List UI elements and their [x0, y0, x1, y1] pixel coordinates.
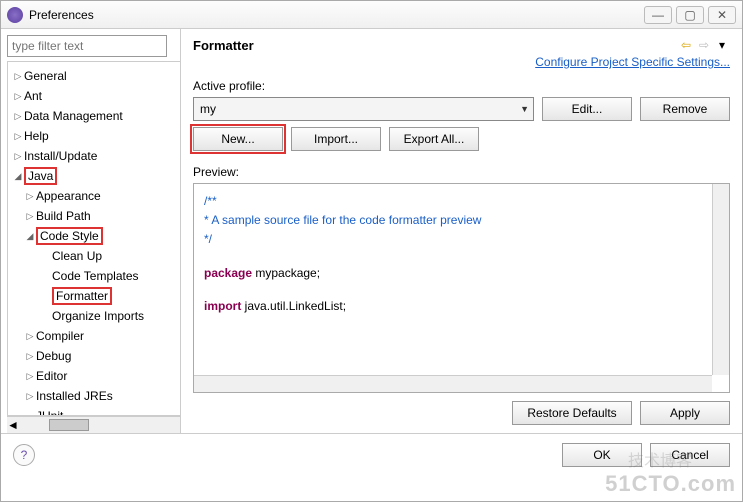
menu-dropdown-icon[interactable]: ▾ — [714, 37, 730, 53]
tree-item-appearance[interactable]: ▷Appearance — [8, 186, 180, 206]
expand-icon: ▷ — [24, 191, 36, 202]
active-profile-label: Active profile: — [193, 79, 730, 93]
preview-label: Preview: — [193, 165, 730, 179]
preview-line: import java.util.LinkedList; — [204, 297, 719, 316]
expand-icon: ▷ — [12, 91, 24, 102]
tree-item-code-templates[interactable]: Code Templates — [8, 266, 180, 286]
back-icon[interactable]: ⇦ — [678, 37, 694, 53]
apply-button[interactable]: Apply — [640, 401, 730, 425]
page-title: Formatter — [193, 38, 676, 53]
tree-item-install-update[interactable]: ▷Install/Update — [8, 146, 180, 166]
window-title: Preferences — [29, 8, 640, 22]
main-panel: Formatter ⇦ ⇨ ▾ Configure Project Specif… — [181, 29, 742, 433]
collapse-icon: ◢ — [24, 231, 36, 242]
forward-icon[interactable]: ⇨ — [696, 37, 712, 53]
preview-line: package mypackage; — [204, 264, 719, 283]
maximize-button[interactable]: ▢ — [676, 6, 704, 24]
expand-icon: ▷ — [12, 131, 24, 142]
tree-item-clean-up[interactable]: Clean Up — [8, 246, 180, 266]
expand-icon: ▷ — [12, 111, 24, 122]
expand-icon: ▷ — [24, 351, 36, 362]
preview-line: */ — [204, 230, 719, 249]
tree-item-formatter[interactable]: Formatter — [8, 286, 180, 306]
sidebar-hscrollbar[interactable]: ◄ — [7, 416, 180, 433]
titlebar: Preferences — ▢ ✕ — [1, 1, 742, 29]
tree-item-java[interactable]: ◢Java — [8, 166, 180, 186]
export-all-button[interactable]: Export All... — [389, 127, 479, 151]
active-profile-value: my — [200, 102, 216, 116]
tree-item-code-style[interactable]: ◢Code Style — [8, 226, 180, 246]
tree-item-compiler[interactable]: ▷Compiler — [8, 326, 180, 346]
tree-item-editor[interactable]: ▷Editor — [8, 366, 180, 386]
collapse-icon: ◢ — [12, 171, 24, 182]
tree-item-installed-jres[interactable]: ▷Installed JREs — [8, 386, 180, 406]
cancel-button[interactable]: Cancel — [650, 443, 730, 467]
preview-box: /** * A sample source file for the code … — [193, 183, 730, 393]
preview-vscrollbar[interactable] — [712, 184, 729, 375]
expand-icon: ▷ — [24, 331, 36, 342]
preview-hscrollbar[interactable] — [194, 375, 712, 392]
tree-item-help[interactable]: ▷Help — [8, 126, 180, 146]
new-button[interactable]: New... — [193, 127, 283, 151]
edit-button[interactable]: Edit... — [542, 97, 632, 121]
active-profile-combo[interactable]: my ▼ — [193, 97, 534, 121]
tree-item-data-management[interactable]: ▷Data Management — [8, 106, 180, 126]
import-button[interactable]: Import... — [291, 127, 381, 151]
expand-icon: ▷ — [24, 211, 36, 222]
footer: ? OK Cancel — [1, 433, 742, 475]
close-button[interactable]: ✕ — [708, 6, 736, 24]
preview-line: * A sample source file for the code form… — [204, 211, 719, 230]
chevron-down-icon: ▼ — [520, 104, 529, 114]
tree-item-build-path[interactable]: ▷Build Path — [8, 206, 180, 226]
tree-item-debug[interactable]: ▷Debug — [8, 346, 180, 366]
tree-item-junit[interactable]: JUnit — [8, 406, 180, 416]
configure-project-link[interactable]: Configure Project Specific Settings... — [535, 55, 730, 69]
expand-icon: ▷ — [12, 151, 24, 162]
minimize-button[interactable]: — — [644, 6, 672, 24]
app-icon — [7, 7, 23, 23]
filter-input[interactable] — [7, 35, 167, 57]
tree-item-organize-imports[interactable]: Organize Imports — [8, 306, 180, 326]
preferences-tree[interactable]: ▷General ▷Ant ▷Data Management ▷Help ▷In… — [7, 61, 180, 416]
expand-icon: ▷ — [12, 71, 24, 82]
tree-item-ant[interactable]: ▷Ant — [8, 86, 180, 106]
expand-icon: ▷ — [24, 371, 36, 382]
sidebar: ▷General ▷Ant ▷Data Management ▷Help ▷In… — [1, 29, 181, 433]
remove-button[interactable]: Remove — [640, 97, 730, 121]
expand-icon: ▷ — [24, 391, 36, 402]
preview-line: /** — [204, 192, 719, 211]
ok-button[interactable]: OK — [562, 443, 642, 467]
tree-item-general[interactable]: ▷General — [8, 66, 180, 86]
restore-defaults-button[interactable]: Restore Defaults — [512, 401, 632, 425]
help-icon[interactable]: ? — [13, 444, 35, 466]
